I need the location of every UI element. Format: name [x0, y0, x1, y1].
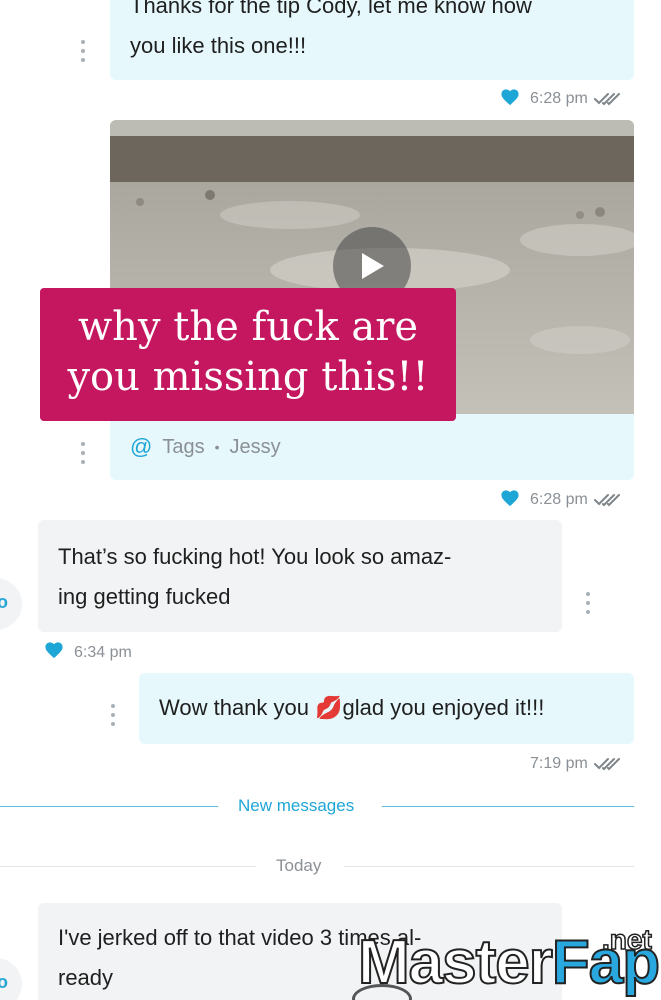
date-divider-line	[0, 866, 256, 867]
message-time: 7:19 pm	[530, 755, 588, 772]
heart-icon[interactable]	[44, 641, 64, 659]
message-line: That’s so fucking hot! You look so amaz-	[58, 544, 452, 569]
double-check-icon	[593, 93, 620, 106]
promo-line: you missing this!!	[67, 354, 429, 400]
new-messages-divider-line	[382, 806, 634, 807]
message-text-part: Wow thank you	[159, 695, 316, 720]
message-text: Thanks for the tip Cody, let me know how…	[130, 0, 532, 66]
message-text: That’s so fucking hot! You look so amaz-…	[58, 537, 451, 617]
play-icon	[362, 253, 384, 279]
double-check-icon	[593, 494, 620, 507]
message-line: Thanks for the tip Cody, let me know how	[130, 0, 532, 18]
avatar[interactable]: o	[0, 578, 22, 630]
tag-name[interactable]: Jessy	[230, 436, 281, 459]
new-messages-divider-line	[0, 806, 218, 807]
date-divider: Today	[276, 856, 322, 875]
message-time: 6:28 pm	[530, 491, 588, 508]
at-icon: @	[130, 434, 153, 459]
message-meta: 7:19 pm	[530, 755, 620, 773]
message-time: 6:34 pm	[74, 644, 132, 661]
heart-icon[interactable]	[500, 88, 520, 106]
message-options-icon[interactable]	[110, 704, 116, 726]
kiss-emoji-icon: 💋	[315, 695, 343, 720]
message-options-icon[interactable]	[80, 40, 86, 62]
tags-label: Tags	[162, 435, 205, 458]
message-meta: 6:28 pm	[530, 491, 620, 509]
avatar[interactable]: o	[0, 958, 22, 1000]
separator-dot: •	[214, 439, 220, 455]
avatar-initial: o	[0, 972, 8, 992]
double-check-icon	[593, 758, 620, 771]
new-messages-divider: New messages	[238, 796, 355, 815]
message-meta: 6:28 pm	[530, 90, 620, 108]
message-line: ing getting fucked	[58, 584, 231, 609]
message-text-part: glad you enjoyed it!!!	[342, 695, 545, 720]
tags-row[interactable]: @ Tags • Jessy	[130, 434, 281, 460]
avatar-initial: o	[0, 592, 8, 612]
message-options-icon[interactable]	[80, 442, 86, 464]
message-text: Wow thank you 💋glad you enjoyed it!!!	[159, 688, 544, 728]
promo-line: why the fuck are	[77, 304, 419, 350]
message-meta: 6:34 pm	[74, 644, 138, 662]
date-divider-line	[344, 866, 634, 867]
message-options-icon[interactable]	[585, 592, 591, 614]
message-line: you like this one!!!	[130, 33, 307, 58]
promo-overlay: why the fuck are you missing this!!	[40, 288, 456, 421]
message-time: 6:28 pm	[530, 90, 588, 107]
watermark-suffix: .net	[601, 923, 652, 956]
heart-icon[interactable]	[500, 489, 520, 507]
